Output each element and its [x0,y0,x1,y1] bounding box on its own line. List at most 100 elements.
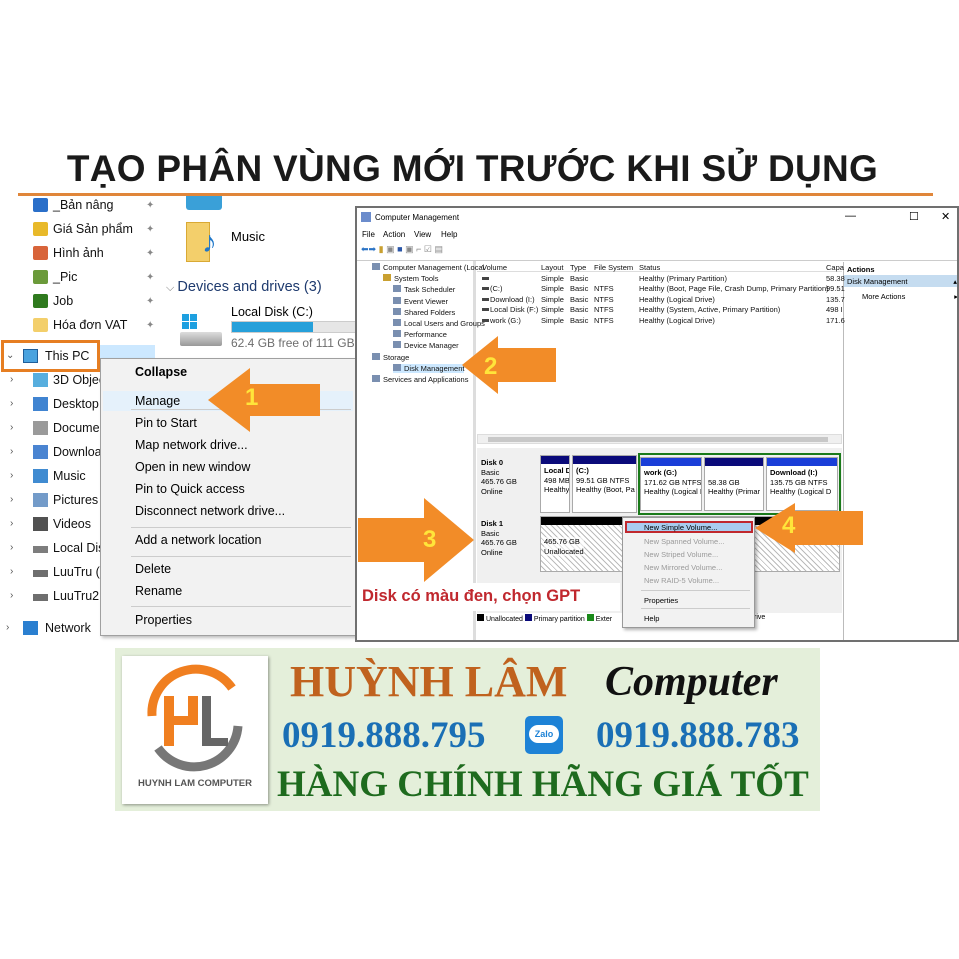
nav-network[interactable]: Network [23,621,91,635]
volume-cell[interactable]: 135.7 [826,295,845,304]
checklist-icon[interactable]: ☑ [424,244,432,254]
disk-menu-item[interactable]: New Spanned Volume... [644,537,724,546]
menu-item-manage[interactable]: Manage [135,394,180,408]
chevron-right-icon[interactable]: › [10,422,13,433]
volume-cell[interactable]: Simple [541,305,564,314]
volume-cell[interactable]: Simple [541,295,564,304]
menu-item-pin-to-start[interactable]: Pin to Start [135,416,197,430]
volume-cell[interactable]: Healthy (Boot, Page File, Crash Dump, Pr… [639,284,829,293]
menu-item-open-in-new-window[interactable]: Open in new window [135,460,250,474]
menu-file[interactable]: File [362,230,375,239]
tree-item[interactable]: Storage [372,352,409,362]
partition-block[interactable]: Local D 498 MB Healthy [540,455,570,513]
volume-cell[interactable]: NTFS [594,284,614,293]
chevron-right-icon[interactable]: › [10,374,13,385]
menu-view[interactable]: View [414,230,431,239]
column-header[interactable]: Status [639,263,660,272]
chevron-right-icon[interactable]: › [10,494,13,505]
volume-cell[interactable]: Healthy (Primary Partition) [639,274,727,283]
disk0-info[interactable]: Disk 0 Basic 465.76 GB Online [481,458,517,496]
chevron-right-icon[interactable]: › [10,398,13,409]
chevron-right-icon[interactable]: › [10,590,13,601]
volume-cell[interactable]: Download (I:) [490,295,535,304]
nav-item[interactable]: 3D Objec [33,373,105,387]
nav-item[interactable]: Documer [33,421,104,435]
column-header[interactable]: Capa [826,263,844,272]
properties-icon[interactable]: ▣ [405,244,414,254]
nav-item[interactable]: Videos [33,517,91,531]
volume-cell[interactable]: Simple [541,284,564,293]
volume-cell[interactable]: (C:) [490,284,503,293]
menu-help[interactable]: Help [441,230,457,239]
nav-item[interactable]: Desktop [33,397,99,411]
volume-cell[interactable]: NTFS [594,316,614,325]
export-icon[interactable]: ⌐ [416,244,421,254]
chevron-right-icon[interactable]: › [10,566,13,577]
volume-cell[interactable]: Basic [570,305,588,314]
volume-cell[interactable]: 58.38 [826,274,845,283]
disk1-info[interactable]: Disk 1 Basic 465.76 GB Online [481,519,517,557]
menu-item-collapse[interactable]: Collapse [135,365,187,379]
tree-item[interactable]: Task Scheduler [393,285,455,294]
show-hide-tree-icon[interactable]: ▣ [386,244,395,254]
menu-item-add-a-network-location[interactable]: Add a network location [135,533,261,547]
menu-item-disconnect-network-drive[interactable]: Disconnect network drive... [135,504,285,518]
disk-menu-item[interactable]: New Striped Volume... [644,550,718,559]
partition-block[interactable]: (C:) 99.51 GB NTFS Healthy (Boot, Pa [572,455,637,513]
close-button[interactable]: ✕ [941,210,950,223]
volume-cell[interactable]: 99.51 [826,284,845,293]
pin-icon[interactable]: ✦ [146,320,154,331]
quick-access-item[interactable]: Hình ảnh [33,246,104,260]
pin-icon[interactable]: ✦ [146,272,154,283]
maximize-button[interactable]: ☐ [909,210,919,223]
up-folder-icon[interactable]: ▮ [379,244,384,254]
disk-menu-item[interactable]: Help [644,614,659,623]
menu-item-pin-to-quick-access[interactable]: Pin to Quick access [135,482,245,496]
back-arrow-icon[interactable]: ⬅ [361,244,369,254]
pin-icon[interactable]: ✦ [146,296,154,307]
quick-access-item[interactable]: Job [33,294,73,308]
tree-item[interactable]: Shared Folders [393,307,455,317]
disk-menu-item[interactable]: Properties [644,596,678,605]
horizontal-scrollbar[interactable] [477,434,842,444]
list-icon[interactable]: ▤ [434,244,443,254]
disk-menu-item[interactable]: New RAID-5 Volume... [644,576,719,585]
chevron-right-icon[interactable]: › [6,622,9,633]
volume-cell[interactable]: NTFS [594,305,614,314]
more-actions[interactable]: More Actions ▸ [862,292,957,301]
menu-action[interactable]: Action [383,230,405,239]
nav-item[interactable]: Local Dis [33,541,104,555]
disk-menu-item[interactable]: New Simple Volume... [644,523,717,532]
volume-cell[interactable]: Healthy (Logical Drive) [639,316,715,325]
menu-item-delete[interactable]: Delete [135,562,171,576]
column-header[interactable]: File System [594,263,633,272]
volume-cell[interactable]: Local Disk (F:) [490,305,538,314]
nav-item[interactable]: Pictures [33,493,98,507]
tree-item[interactable]: Local Users and Groups [393,319,485,328]
menu-item-map-network-drive[interactable]: Map network drive... [135,438,248,452]
forward-arrow-icon[interactable]: ➡ [369,244,377,254]
column-header[interactable]: Volume [482,263,507,272]
volume-cell[interactable]: Basic [570,284,588,293]
disk-menu-item[interactable]: New Mirrored Volume... [644,563,722,572]
quick-access-item[interactable]: Giá Sản phẩm [33,222,133,236]
tree-item[interactable]: Device Manager [393,341,459,350]
minimize-button[interactable]: — [845,210,856,222]
tree-item[interactable]: Computer Management (Local [372,263,484,272]
pin-icon[interactable]: ✦ [146,200,154,211]
volume-cell[interactable]: Healthy (System, Active, Primary Partiti… [639,305,780,314]
tree-item[interactable]: Services and Applications [372,375,468,384]
volume-cell[interactable]: Basic [570,274,588,283]
actions-disk-management[interactable]: Disk Management ▴ [844,275,957,287]
volume-cell[interactable]: Simple [541,274,564,283]
nav-item[interactable]: LuuTru2 ( [33,589,107,603]
volume-cell[interactable]: Simple [541,316,564,325]
partition-block[interactable]: work (G:) 171.62 GB NTFS Healthy (Logical … [640,457,702,511]
music-folder-icon[interactable]: ♪ [186,222,220,264]
pin-icon[interactable]: ✦ [146,224,154,235]
chevron-right-icon[interactable]: › [10,446,13,457]
chevron-right-icon[interactable]: › [10,518,13,529]
volume-cell[interactable]: 171.6 [826,316,845,325]
column-header[interactable]: Layout [541,263,564,272]
music-folder-label[interactable]: Music [231,229,265,244]
